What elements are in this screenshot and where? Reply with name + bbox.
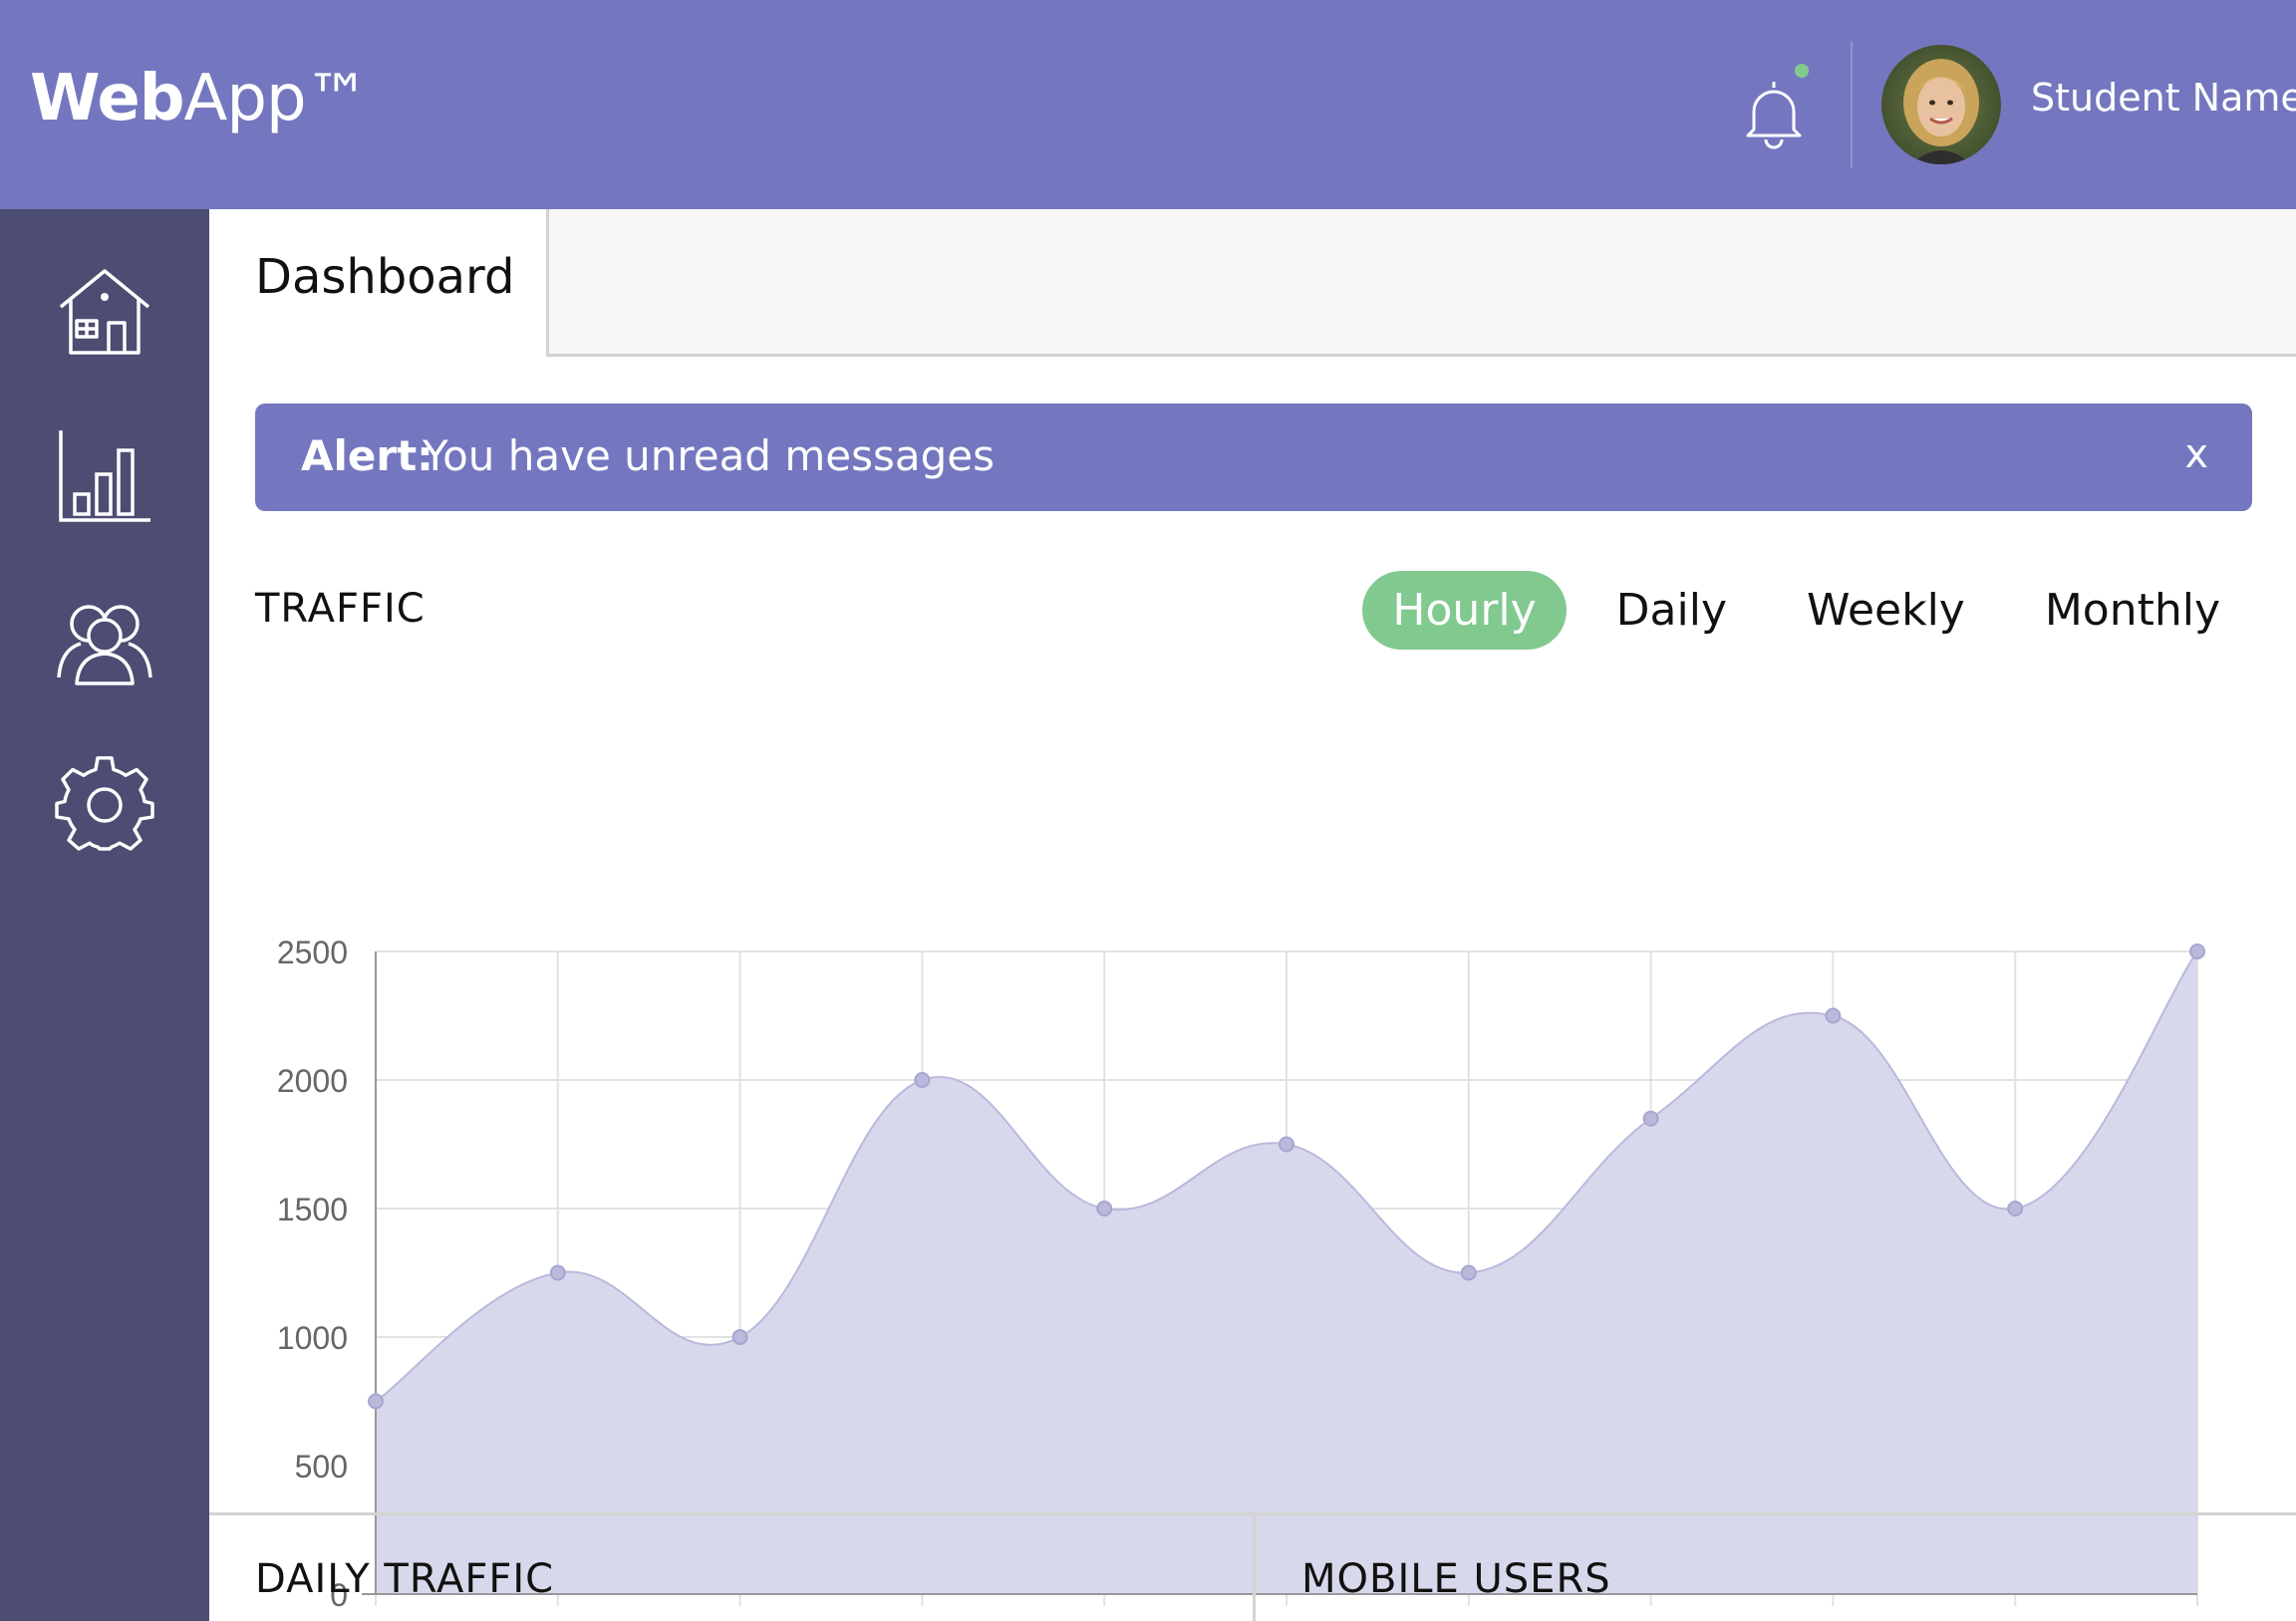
y-tick-label: 1000 bbox=[277, 1320, 348, 1356]
bar-chart-icon[interactable] bbox=[55, 426, 154, 526]
sidebar bbox=[0, 209, 209, 1621]
section-vertical-divider bbox=[1253, 1515, 1256, 1621]
tab-hourly[interactable]: Hourly bbox=[1362, 570, 1567, 650]
gear-icon[interactable] bbox=[55, 755, 154, 855]
y-tick-label: 500 bbox=[295, 1449, 348, 1485]
data-point bbox=[2189, 944, 2205, 959]
tab-daily[interactable]: Daily bbox=[1586, 571, 1757, 650]
logo-suffix: App™ bbox=[183, 62, 370, 135]
bell-icon[interactable] bbox=[1732, 76, 1816, 151]
user-name[interactable]: Student Name bbox=[2031, 76, 2296, 120]
data-point bbox=[731, 1329, 748, 1345]
traffic-chart: 0500100015002000250016-2223-2930-56-1213… bbox=[277, 935, 2205, 1613]
data-point bbox=[549, 1264, 566, 1281]
data-point bbox=[368, 1393, 384, 1410]
top-header: WebApp™ Student Name bbox=[0, 0, 2296, 209]
y-tick-label: 2000 bbox=[277, 1063, 348, 1099]
page-title: Dashboard bbox=[255, 249, 515, 305]
mobile-users-title: MOBILE USERS bbox=[1301, 1556, 1611, 1602]
tab-monthly[interactable]: Monthly bbox=[2015, 571, 2250, 650]
app-logo[interactable]: WebApp™ bbox=[30, 62, 370, 135]
data-point bbox=[1279, 1136, 1294, 1153]
alert-close-button[interactable]: x bbox=[2184, 431, 2208, 477]
avatar[interactable] bbox=[1881, 45, 2001, 164]
users-icon[interactable] bbox=[55, 590, 154, 689]
data-point bbox=[2007, 1201, 2024, 1216]
notification-dot bbox=[1795, 64, 1809, 78]
alert-text: You have unread messages bbox=[423, 431, 995, 480]
traffic-title: TRAFFIC bbox=[255, 586, 426, 632]
data-point bbox=[1096, 1201, 1113, 1216]
alert-label: Alert: bbox=[301, 431, 433, 480]
traffic-tabs: Hourly Daily Weekly Monthly bbox=[1362, 565, 2250, 655]
header-divider bbox=[1851, 42, 1853, 167]
data-point bbox=[1642, 1110, 1659, 1127]
y-tick-label: 2500 bbox=[277, 935, 348, 970]
alert-banner: Alert: You have unread messages x bbox=[255, 404, 2252, 511]
logo-prefix: Web bbox=[30, 62, 185, 135]
daily-traffic-title: DAILY TRAFFIC bbox=[255, 1556, 555, 1602]
tab-weekly[interactable]: Weekly bbox=[1777, 571, 1995, 650]
title-bar-strip bbox=[546, 209, 2296, 357]
data-point bbox=[1460, 1264, 1477, 1281]
data-point bbox=[914, 1072, 931, 1088]
home-icon[interactable] bbox=[55, 261, 154, 361]
main-content: Dashboard Alert: You have unread message… bbox=[209, 209, 2296, 1621]
data-point bbox=[1825, 1007, 1842, 1024]
y-tick-label: 1500 bbox=[277, 1192, 348, 1227]
